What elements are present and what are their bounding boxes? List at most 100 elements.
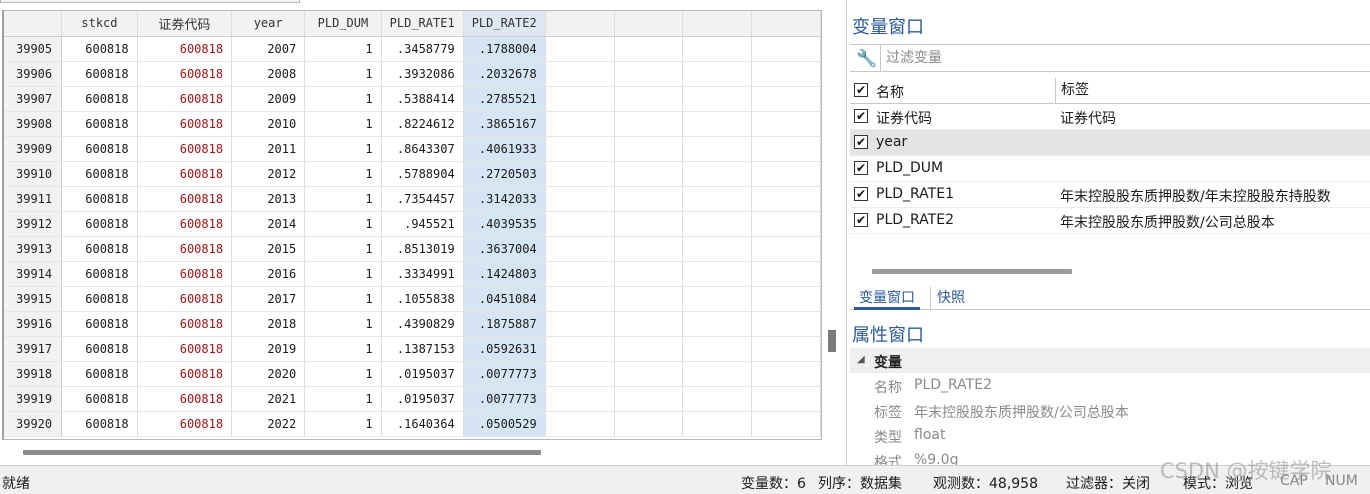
cell-zqdm[interactable]: 600818 — [137, 111, 233, 137]
property-row[interactable]: 标签 年末控股股东质押股数/公司总股本 — [850, 398, 1370, 423]
cell-pld-rate2[interactable]: .0500529 — [463, 411, 546, 437]
cell-pld-dum[interactable]: 1 — [304, 411, 382, 437]
cell-zqdm[interactable]: 600818 — [137, 286, 233, 312]
variable-checkbox[interactable]: ✔ — [854, 135, 868, 149]
cell-zqdm[interactable]: 600818 — [137, 386, 233, 412]
property-row[interactable]: 名称 PLD_RATE2 — [850, 373, 1370, 398]
cell-pld-dum[interactable]: 1 — [304, 111, 382, 137]
cell-pld-dum[interactable]: 1 — [304, 211, 382, 237]
cell-pld-rate1[interactable]: .3334991 — [381, 261, 464, 287]
scroll-thumb[interactable] — [23, 450, 541, 455]
cell-pld-rate2[interactable]: .4061933 — [463, 136, 546, 162]
data-row[interactable]: 39912 600818 600818 2014 1.945521.4039535 — [4, 211, 821, 237]
cell-pld-dum[interactable]: 1 — [304, 361, 382, 387]
column-header-zqdm[interactable]: 证券代码 — [137, 11, 233, 37]
cell-year[interactable]: 2008 — [231, 61, 306, 87]
row-number-header[interactable] — [4, 11, 63, 37]
column-header-stkcd[interactable]: stkcd — [61, 11, 138, 37]
row-number[interactable]: 39914 — [4, 261, 63, 287]
cell-stkcd[interactable]: 600818 — [61, 336, 138, 362]
variable-checkbox[interactable]: ✔ — [854, 161, 868, 175]
cell-year[interactable]: 2011 — [231, 136, 306, 162]
vertical-scrollbar[interactable] — [827, 10, 837, 440]
cell-pld-rate2[interactable]: .1424803 — [463, 261, 546, 287]
row-number[interactable]: 39913 — [4, 236, 63, 262]
cell-pld-rate2[interactable]: .0592631 — [463, 336, 546, 362]
variable-row[interactable]: ✔ year — [850, 130, 1370, 156]
cell-zqdm[interactable]: 600818 — [137, 261, 233, 287]
variable-row[interactable]: ✔ 证券代码 证券代码 — [850, 104, 1370, 130]
cell-stkcd[interactable]: 600818 — [61, 161, 138, 187]
tab-snapshots[interactable]: 快照 — [930, 287, 970, 310]
horizontal-scrollbar[interactable] — [20, 448, 820, 456]
cell-year[interactable]: 2017 — [231, 286, 306, 312]
cell-pld-rate2[interactable]: .0077773 — [463, 361, 546, 387]
data-row[interactable]: 39909 600818 600818 2011 1.8643307.4061933 — [4, 136, 821, 162]
collapse-triangle-icon[interactable]: ◢ — [857, 354, 865, 365]
cell-zqdm[interactable]: 600818 — [137, 161, 233, 187]
cell-pld-rate1[interactable]: .5388414 — [381, 86, 464, 112]
cell-year[interactable]: 2014 — [231, 211, 306, 237]
property-value[interactable]: float — [914, 427, 945, 443]
row-number[interactable]: 39911 — [4, 186, 63, 212]
variable-checkbox[interactable]: ✔ — [854, 213, 868, 227]
property-row[interactable]: 类型 float — [850, 423, 1370, 448]
data-row[interactable]: 39913 600818 600818 2015 1.8513019.3637004 — [4, 236, 821, 262]
data-row[interactable]: 39907 600818 600818 2009 1.5388414.2785521 — [4, 86, 821, 112]
cell-zqdm[interactable]: 600818 — [137, 186, 233, 212]
cell-year[interactable]: 2018 — [231, 311, 306, 337]
cell-pld-rate1[interactable]: .3458779 — [381, 36, 464, 62]
data-row[interactable]: 39916 600818 600818 2018 1.4390829.1875887 — [4, 311, 821, 337]
cell-stkcd[interactable]: 600818 — [61, 136, 138, 162]
data-row[interactable]: 39906 600818 600818 2008 1.3932086.2032678 — [4, 61, 821, 87]
cell-pld-rate1[interactable]: .7354457 — [381, 186, 464, 212]
cell-pld-dum[interactable]: 1 — [304, 261, 382, 287]
wrench-icon[interactable]: 🔧 — [856, 49, 877, 69]
row-number[interactable]: 39917 — [4, 336, 63, 362]
cell-year[interactable]: 2007 — [231, 36, 306, 62]
cell-year[interactable]: 2021 — [231, 386, 306, 412]
cell-pld-rate1[interactable]: .4390829 — [381, 311, 464, 337]
cell-year[interactable]: 2012 — [231, 161, 306, 187]
property-value[interactable]: 年末控股股东质押股数/公司总股本 — [914, 402, 1129, 422]
cell-pld-rate2[interactable]: .1788004 — [463, 36, 546, 62]
cell-pld-rate1[interactable]: .8643307 — [381, 136, 464, 162]
cell-pld-rate1[interactable]: .5788904 — [381, 161, 464, 187]
data-row[interactable]: 39908 600818 600818 2010 1.8224612.3865167 — [4, 111, 821, 137]
cell-stkcd[interactable]: 600818 — [61, 311, 138, 337]
row-number[interactable]: 39909 — [4, 136, 63, 162]
select-all-checkbox[interactable]: ✔ — [854, 83, 868, 97]
variable-row[interactable]: ✔ PLD_DUM — [850, 156, 1370, 182]
cell-zqdm[interactable]: 600818 — [137, 86, 233, 112]
cell-pld-rate1[interactable]: .1387153 — [381, 336, 464, 362]
cell-stkcd[interactable]: 600818 — [61, 36, 138, 62]
cell-pld-rate2[interactable]: .2785521 — [463, 86, 546, 112]
cell-pld-dum[interactable]: 1 — [304, 61, 382, 87]
row-number[interactable]: 39916 — [4, 311, 63, 337]
cell-pld-rate1[interactable]: .1640364 — [381, 411, 464, 437]
cell-stkcd[interactable]: 600818 — [61, 186, 138, 212]
cell-year[interactable]: 2010 — [231, 111, 306, 137]
cell-zqdm[interactable]: 600818 — [137, 336, 233, 362]
data-grid[interactable]: stkcd 证券代码 year PLD_DUM PLD_RATE1 PLD_RA… — [2, 10, 822, 440]
column-header-pld-rate2[interactable]: PLD_RATE2 — [463, 11, 546, 37]
cell-stkcd[interactable]: 600818 — [61, 111, 138, 137]
cell-year[interactable]: 2009 — [231, 86, 306, 112]
row-number[interactable]: 39908 — [4, 111, 63, 137]
data-row[interactable]: 39919 600818 600818 2021 1.0195037.0077773 — [4, 386, 821, 412]
column-header-pld-rate1[interactable]: PLD_RATE1 — [381, 11, 464, 37]
cell-pld-dum[interactable]: 1 — [304, 161, 382, 187]
variable-row[interactable]: ✔ PLD_RATE2 年末控股股东质押股数/公司总股本 — [850, 208, 1370, 234]
property-group-variable[interactable]: ◢ 变量 — [850, 348, 1370, 373]
row-number[interactable]: 39912 — [4, 211, 63, 237]
cell-pld-rate2[interactable]: .3142033 — [463, 186, 546, 212]
cell-year[interactable]: 2015 — [231, 236, 306, 262]
cell-pld-rate2[interactable]: .0451084 — [463, 286, 546, 312]
row-number[interactable]: 39918 — [4, 361, 63, 387]
cell-zqdm[interactable]: 600818 — [137, 36, 233, 62]
cell-zqdm[interactable]: 600818 — [137, 411, 233, 437]
cell-pld-dum[interactable]: 1 — [304, 136, 382, 162]
tab-variables-window[interactable]: 变量窗口 — [854, 287, 920, 310]
cell-pld-rate2[interactable]: .3865167 — [463, 111, 546, 137]
cell-pld-rate1[interactable]: .0195037 — [381, 386, 464, 412]
